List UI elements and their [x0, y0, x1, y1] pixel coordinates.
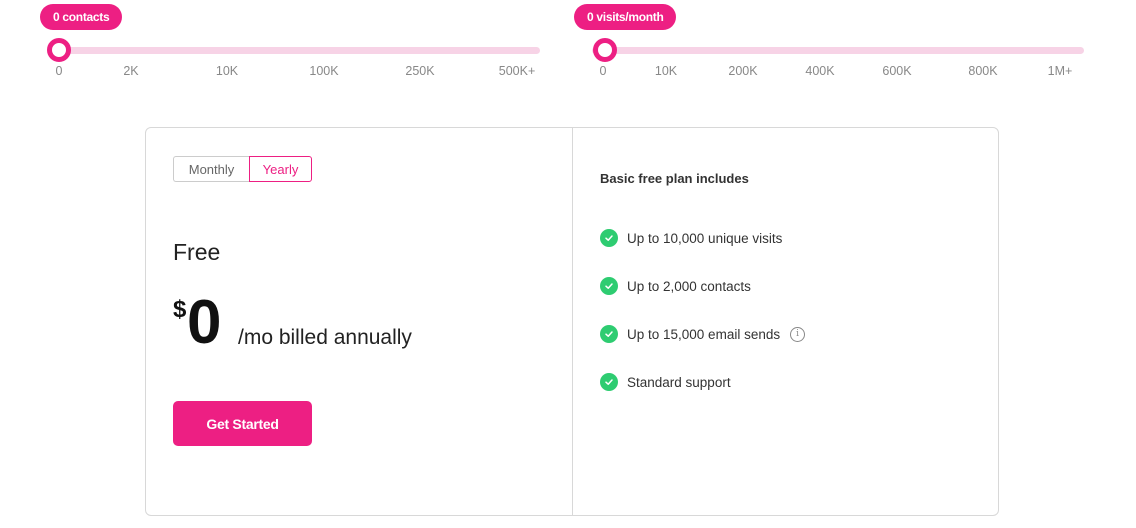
check-circle-icon: [600, 325, 618, 343]
toggle-yearly[interactable]: Yearly: [249, 156, 312, 182]
tick-label: 1M+: [1047, 64, 1073, 78]
tick-label: 10K: [654, 64, 678, 78]
feature-item: Up to 10,000 unique visits: [600, 229, 782, 247]
info-icon[interactable]: i: [790, 326, 806, 342]
plan-name: Free: [173, 239, 221, 265]
contacts-slider-ticks: 0 2K 10K 100K 250K 500K+: [40, 64, 550, 80]
tick-label: 250K: [405, 64, 435, 78]
toggle-monthly[interactable]: Monthly: [173, 156, 249, 182]
feature-text: Up to 10,000 unique visits: [627, 230, 783, 246]
billing-toggle: Monthly Yearly: [173, 156, 312, 182]
contacts-value-badge: 0 contacts: [40, 4, 123, 30]
check-circle-icon: [600, 229, 618, 247]
visits-slider-thumb[interactable]: [593, 38, 617, 62]
tick-label: 2K: [123, 64, 139, 78]
tick-label: 600K: [882, 64, 912, 78]
contacts-slider-thumb[interactable]: [47, 38, 71, 62]
feature-text: Standard support: [627, 374, 731, 390]
tick-label: 500K+: [498, 64, 536, 78]
tick-label: 400K: [805, 64, 835, 78]
tick-label: 0: [599, 64, 607, 78]
card-divider: [572, 128, 573, 515]
contacts-slider-track[interactable]: [58, 47, 540, 54]
tick-label: 10K: [215, 64, 239, 78]
price-currency: $: [173, 296, 187, 323]
feature-item: Standard support: [600, 373, 731, 391]
feature-text: Up to 2,000 contacts: [627, 278, 751, 294]
get-started-button[interactable]: Get Started: [173, 401, 312, 446]
feature-item: Up to 15,000 email sends i: [600, 325, 806, 343]
feature-text: Up to 15,000 email sends: [627, 326, 781, 342]
price-amount: 0: [187, 288, 222, 357]
feature-item: Up to 2,000 contacts: [600, 277, 751, 295]
pricing-card: Monthly Yearly Free $ 0 /mo billed annua…: [145, 127, 999, 516]
price-period: /mo billed annually: [238, 326, 412, 349]
contacts-slider[interactable]: 0 contacts 0 2K 10K 100K 250K 500K+: [40, 0, 550, 90]
check-circle-icon: [600, 373, 618, 391]
tick-label: 800K: [968, 64, 998, 78]
visits-slider[interactable]: 0 visits/month 0 10K 200K 400K 600K 800K…: [574, 0, 1094, 90]
check-circle-icon: [600, 277, 618, 295]
features-title: Basic free plan includes: [600, 171, 749, 186]
tick-label: 100K: [309, 64, 339, 78]
visits-slider-ticks: 0 10K 200K 400K 600K 800K 1M+: [574, 64, 1094, 80]
visits-value-badge: 0 visits/month: [574, 4, 677, 30]
tick-label: 0: [55, 64, 63, 78]
visits-slider-track[interactable]: [592, 47, 1084, 54]
tick-label: 200K: [728, 64, 758, 78]
